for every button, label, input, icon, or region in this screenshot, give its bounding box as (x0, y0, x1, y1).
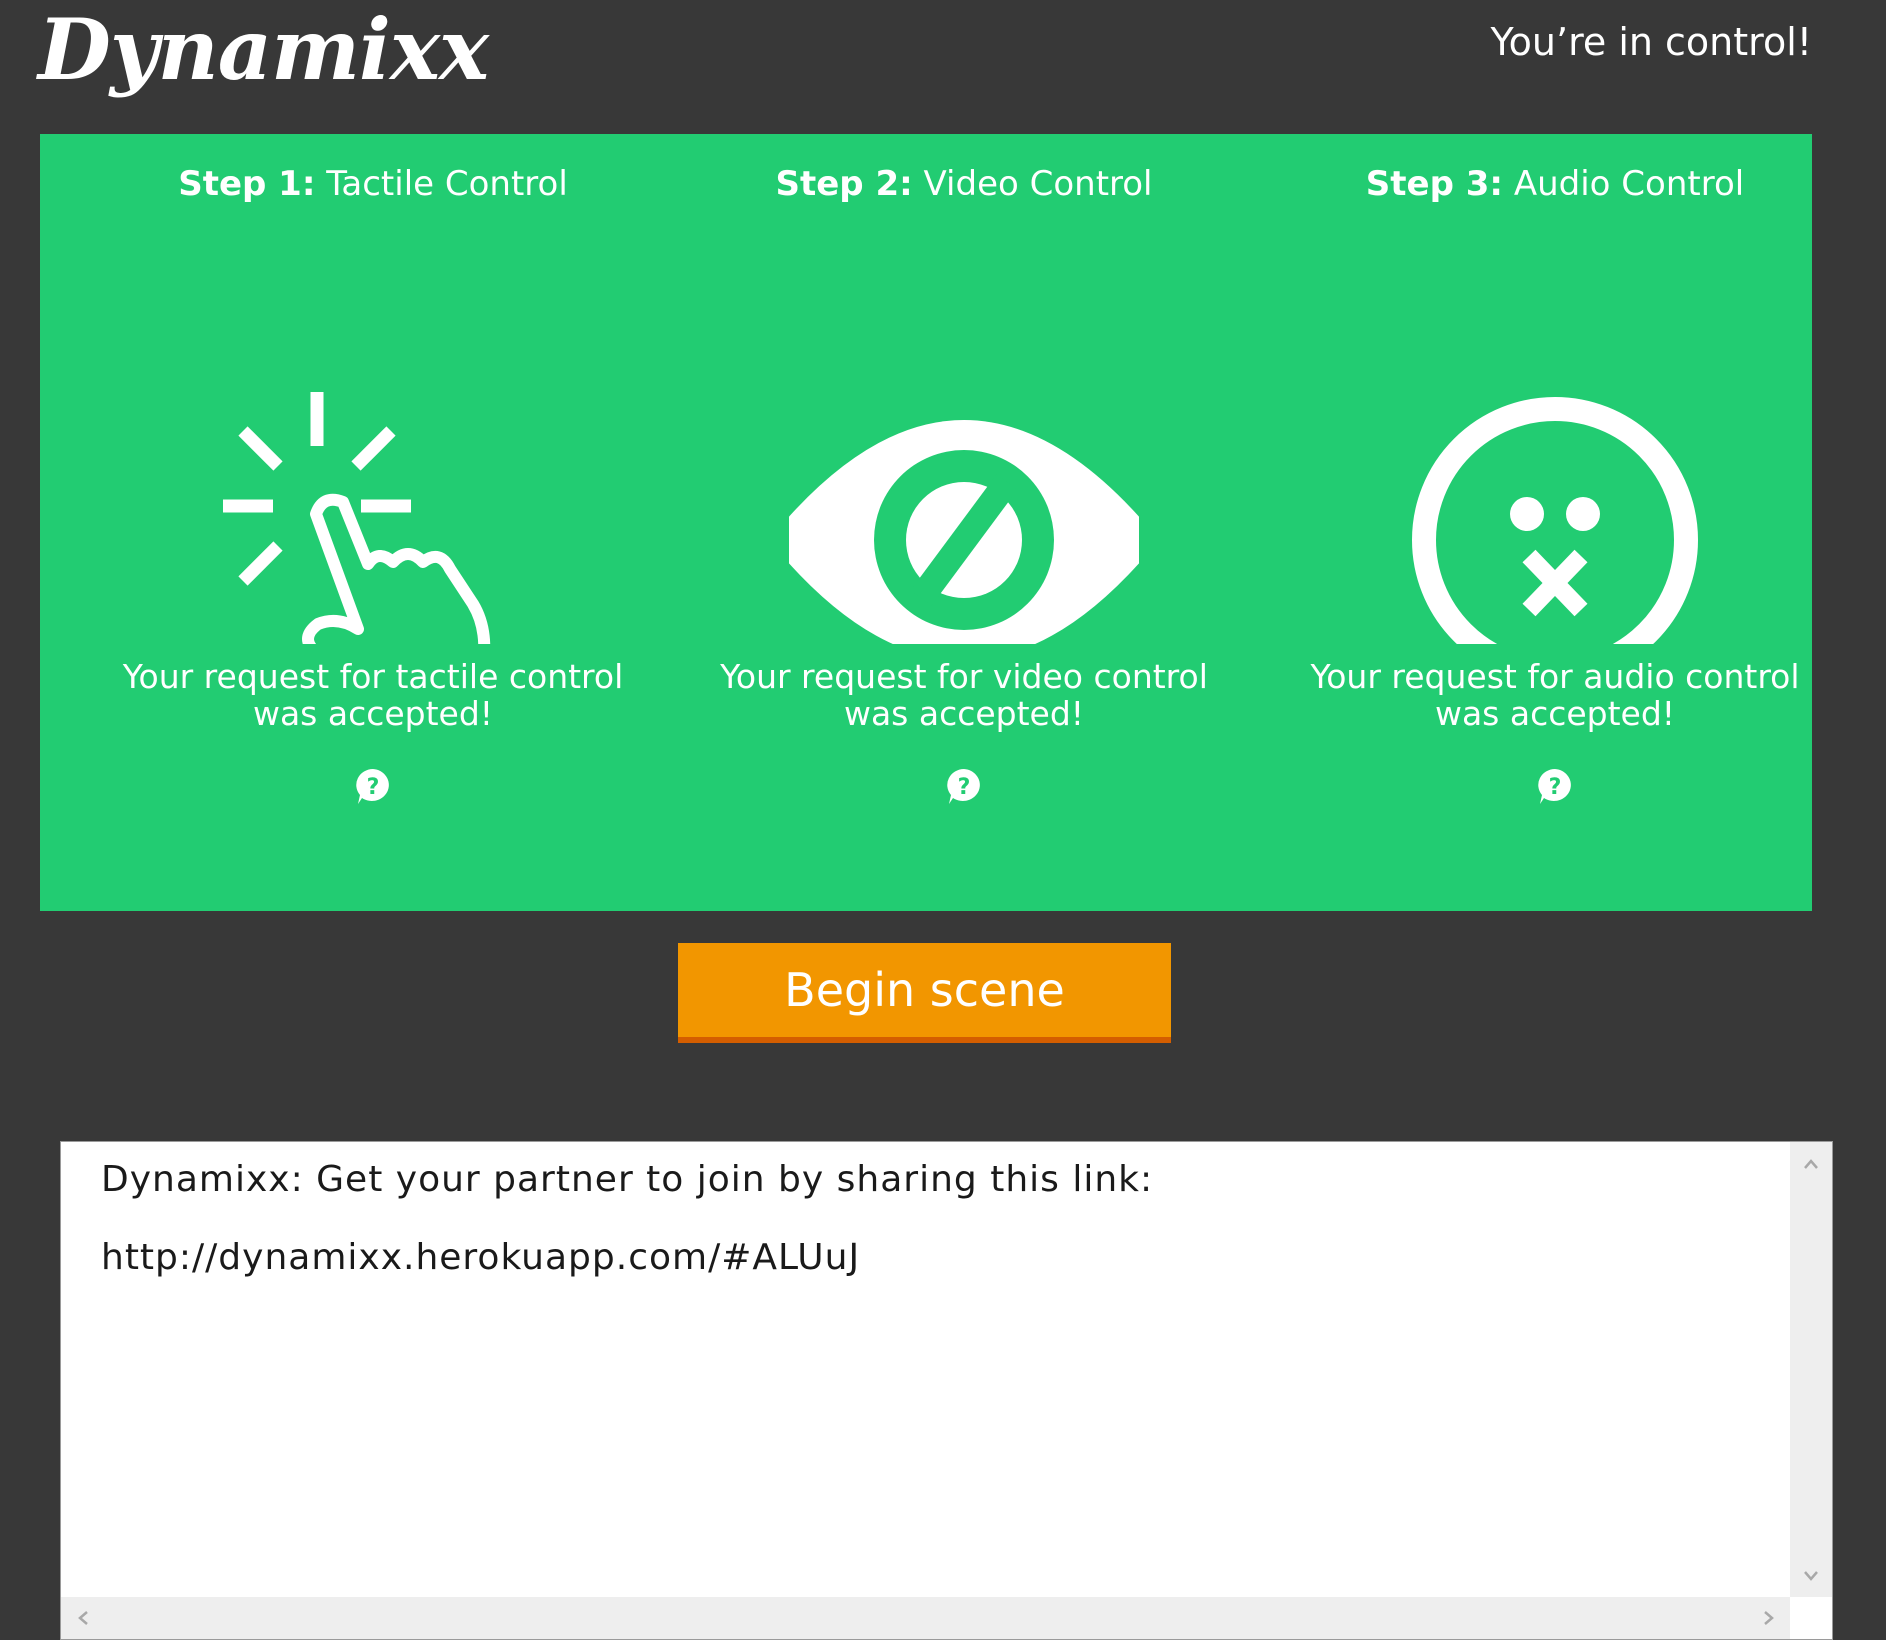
tagline: You’re in control! (1490, 20, 1813, 64)
step-message: Your request for video control was accep… (720, 657, 1208, 733)
share-link[interactable]: http://dynamixx.herokuapp.com/#ALUuJ (101, 1234, 1772, 1282)
scroll-right-arrow-icon[interactable] (1759, 1608, 1779, 1628)
svg-text:?: ? (958, 775, 971, 800)
step-name: Video Control (923, 164, 1153, 204)
horizontal-scrollbar[interactable] (61, 1597, 1791, 1639)
step-label: Step 1: (178, 164, 316, 204)
scrollbar-corner (1790, 1597, 1832, 1639)
step-name: Audio Control (1513, 164, 1745, 204)
chat-messages: Dynamixx: Get your partner to join by sh… (101, 1156, 1772, 1312)
step-title: Step 2: Video Control (669, 162, 1259, 206)
chat-message: Dynamixx: Get your partner to join by sh… (101, 1159, 1154, 1200)
help-bubble-icon[interactable]: ? (1535, 766, 1575, 806)
vertical-scrollbar[interactable] (1790, 1142, 1832, 1598)
tap-hand-icon (198, 244, 548, 715)
step-tactile: Step 1: Tactile Control Your request for… (78, 134, 668, 911)
muted-face-icon (1380, 244, 1730, 683)
scroll-down-arrow-icon[interactable] (1801, 1566, 1821, 1586)
step-audio: Step 3: Audio Control Your request for a… (1260, 134, 1850, 911)
eye-blocked-icon (769, 244, 1159, 660)
step-message: Your request for audio control was accep… (1310, 657, 1800, 733)
begin-scene-button[interactable]: Begin scene (678, 943, 1171, 1043)
svg-text:?: ? (367, 775, 380, 800)
control-steps-panel: Step 1: Tactile Control Your request for… (40, 134, 1812, 911)
help-bubble-icon[interactable]: ? (944, 766, 984, 806)
svg-text:?: ? (1549, 775, 1562, 800)
scroll-left-arrow-icon[interactable] (73, 1608, 93, 1628)
scroll-up-arrow-icon[interactable] (1801, 1154, 1821, 1174)
step-label: Step 3: (1365, 164, 1504, 204)
step-message: Your request for tactile control was acc… (122, 657, 624, 733)
step-label: Step 2: (775, 164, 913, 204)
step-name: Tactile Control (326, 164, 568, 204)
chat-log[interactable]: Dynamixx: Get your partner to join by sh… (60, 1141, 1833, 1640)
step-title: Step 1: Tactile Control (78, 162, 668, 206)
step-title: Step 3: Audio Control (1260, 162, 1850, 206)
dynamixx-logo: Dynamixx (38, 0, 489, 99)
step-video: Step 2: Video Control Your request for v… (669, 134, 1259, 911)
help-bubble-icon[interactable]: ? (353, 766, 393, 806)
